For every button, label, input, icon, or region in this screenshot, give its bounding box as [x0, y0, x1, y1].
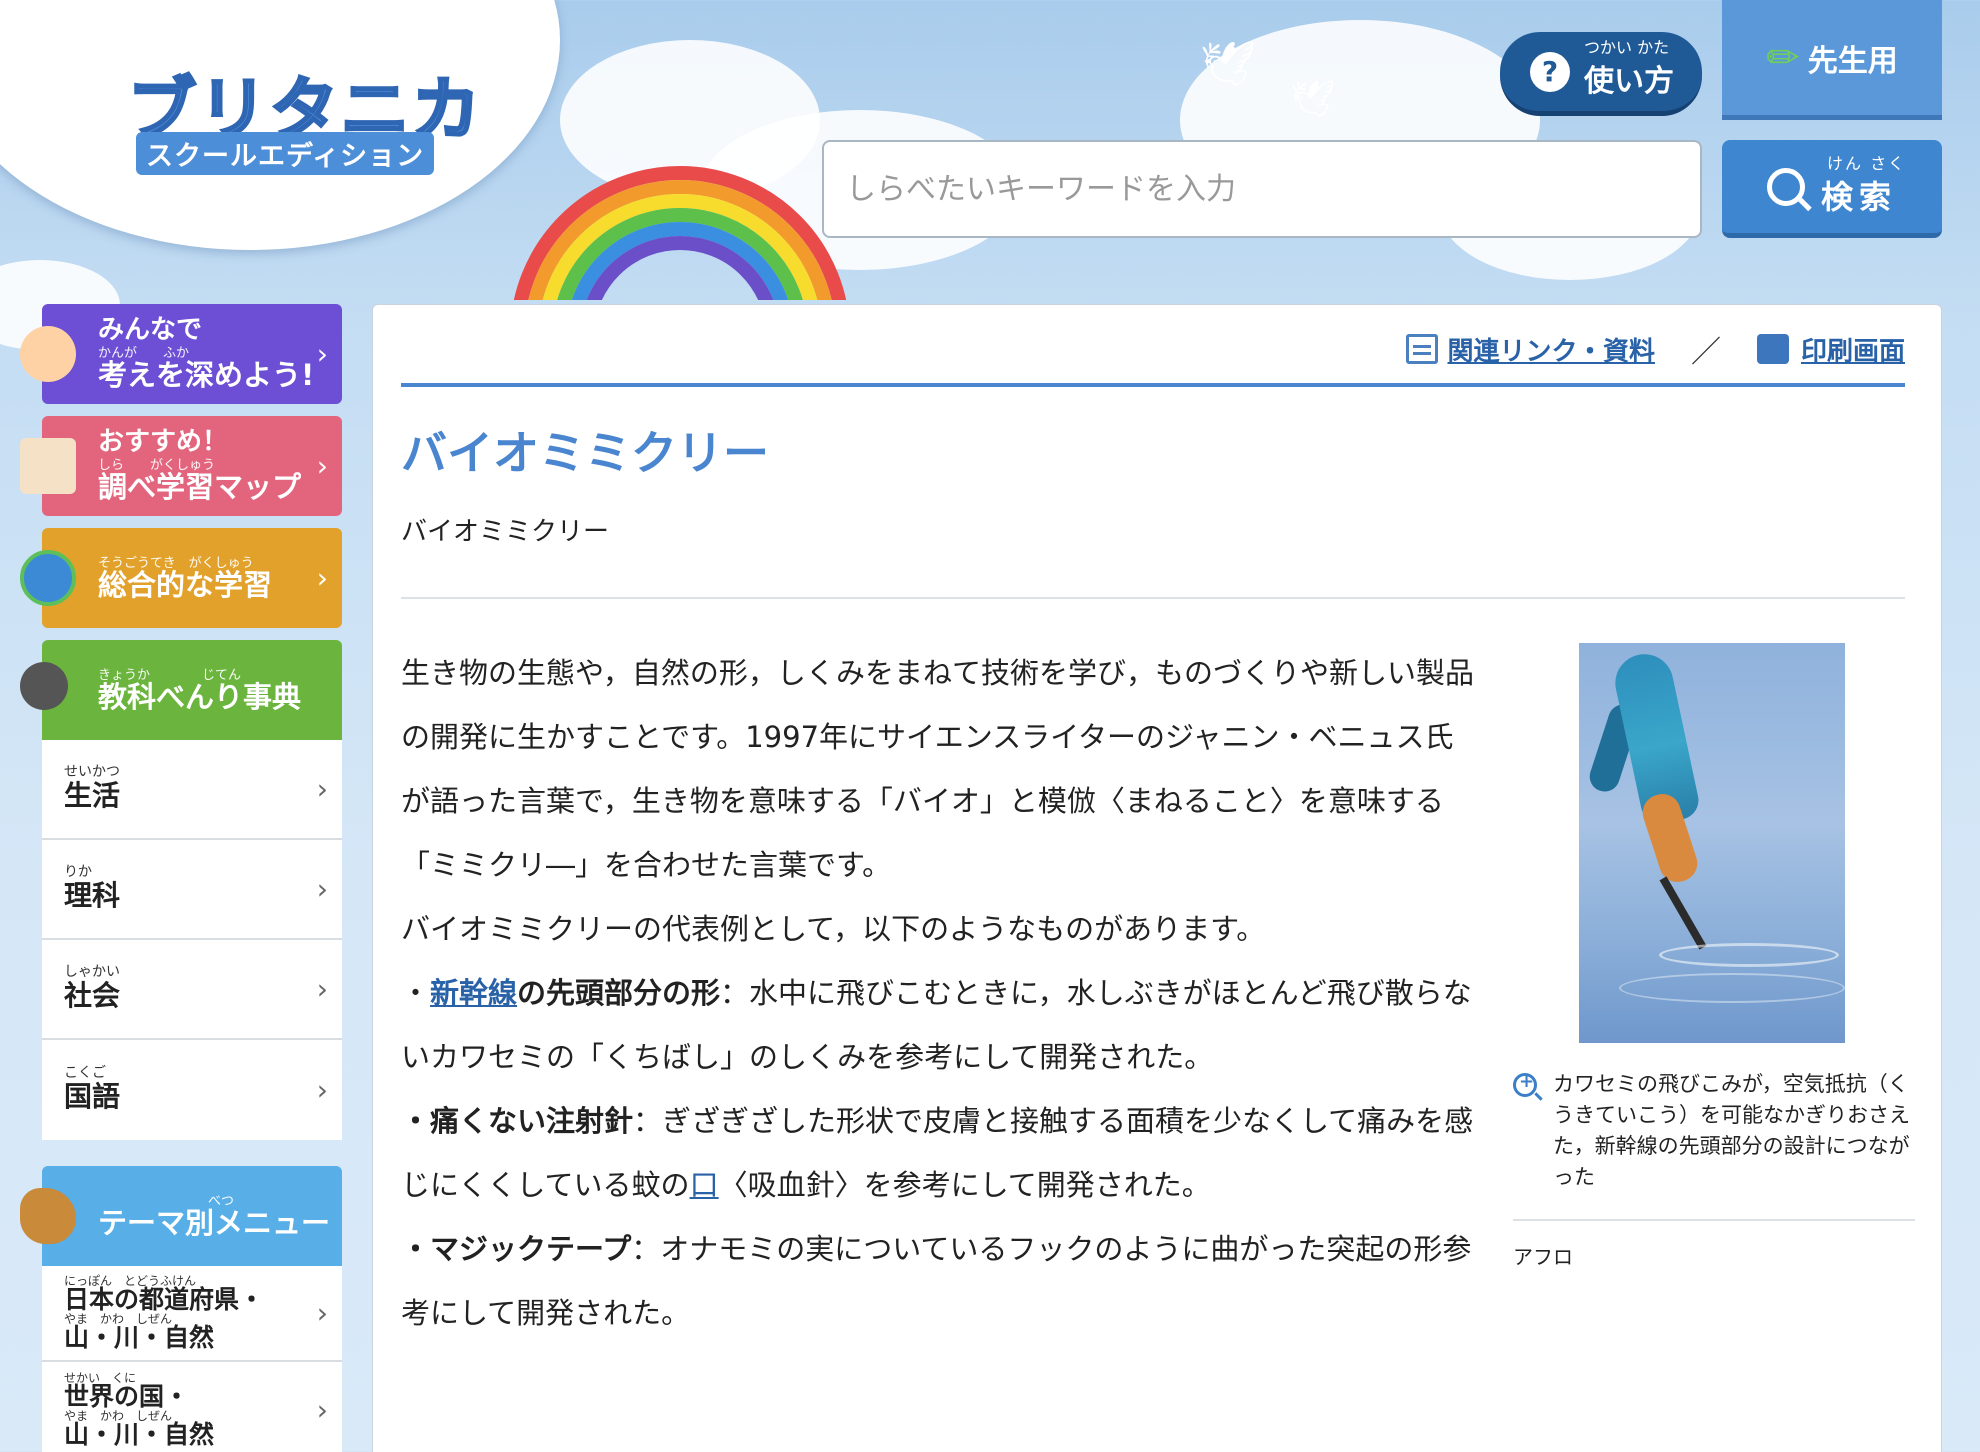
sidebar: みんなで かんが ふか 考えを深めよう! › おすすめ！ しら がくしゅう 調べ… [20, 304, 342, 1452]
how-to-use-ruby: つかい かた [1584, 37, 1670, 57]
bird-icon: 🕊 [1290, 79, 1336, 120]
card-ruby: かんが ふか [98, 345, 190, 361]
sidebar-item-social-studies[interactable]: しゃかい 社会 › [42, 940, 342, 1040]
rainbow-illustration [500, 160, 860, 300]
card-line2: 考えを深めよう! [98, 357, 315, 392]
card-line2: 調べ学習マップ [98, 469, 302, 504]
chevron-right-icon: › [316, 337, 328, 371]
globe-icon [20, 550, 76, 606]
lion-icon [20, 1188, 76, 1244]
chevron-right-icon: › [316, 449, 328, 483]
theme-label: テーマ別メニュー [98, 1205, 331, 1240]
microscope-icon [20, 662, 68, 710]
example-item-needle: ・痛くない注射針：ぎざぎざした形状で皮膚と接触する面積を少なくして痛みを感じにく… [401, 1104, 1474, 1202]
article-paragraph: バイオミミクリーの代表例として，以下のようなものがあります。 [401, 912, 1266, 946]
card-line2: 教科べんり事典 [98, 679, 302, 714]
search-input[interactable] [822, 140, 1702, 238]
related-links-link[interactable]: 関連リンク・資料 [1405, 331, 1655, 368]
people-icon [20, 326, 76, 382]
sidebar-item-world-countries[interactable]: せかい くに 世界の国・ やま かわ しぜん 山・川・自然 › [42, 1362, 342, 1452]
sidebar-card-think-together[interactable]: みんなで かんが ふか 考えを深めよう! › [20, 304, 342, 404]
chevron-right-icon: › [316, 1393, 328, 1427]
photo-credit: アフロ [1513, 1245, 1573, 1269]
article-panel: 関連リンク・資料 ／ 印刷画面 バイオミミクリー バイオミミクリー 生き物の生態… [372, 304, 1942, 1452]
how-to-use-label: つかい かた 使い方 [1584, 38, 1674, 100]
article-body: 生き物の生態や，自然の形，しくみをまねて技術を学び，ものづくりや新しい製品の開発… [401, 641, 1481, 1345]
sidebar-card-study-map[interactable]: おすすめ！ しら がくしゅう 調べ学習マップ › [20, 416, 342, 516]
photo-caption-row: カワセミの飛びこみが，空気抵抗（くうきていこう）を可能なかぎりおさえた，新幹線の… [1513, 1069, 1913, 1193]
site-logo-subtitle: スクールエディション [136, 132, 435, 175]
subject-ruby: こくご [64, 1065, 106, 1082]
kingfisher-photo[interactable] [1579, 643, 1845, 1043]
sidebar-item-life[interactable]: せいかつ 生活 › [42, 740, 342, 840]
pencil-icon: ✏ [1766, 34, 1800, 81]
search-button[interactable]: けん さく 検索 [1722, 140, 1942, 238]
bird-icon: 🕊 [1200, 39, 1256, 90]
sidebar-item-science[interactable]: りか 理科 › [42, 840, 342, 940]
subject-ruby: せいかつ [64, 764, 120, 781]
print-link[interactable]: 印刷画面 [1756, 331, 1905, 368]
article-paragraph: 生き物の生態や，自然の形，しくみをまねて技術を学び，ものづくりや新しい製品の開発… [401, 656, 1475, 882]
page-title: バイオミミクリー [401, 426, 769, 480]
toolbar-separator: ／ [1690, 335, 1721, 370]
shinkansen-link[interactable]: 新幹線 [430, 976, 517, 1010]
card-line1: みんなで [98, 315, 203, 346]
document-icon [1405, 334, 1438, 364]
card-ruby: しら がくしゅう [98, 457, 216, 473]
article-toolbar: 関連リンク・資料 ／ 印刷画面 [1405, 327, 1905, 371]
subject-name: 国語 [64, 1080, 121, 1114]
zoom-in-icon[interactable] [1513, 1071, 1537, 1097]
subject-name: 社会 [64, 979, 121, 1013]
mouth-link[interactable]: 口 [690, 1168, 719, 1202]
teacher-button[interactable]: ✏ 先生用 [1722, 0, 1942, 120]
chevron-right-icon: › [316, 1296, 328, 1330]
theme-menu-header: べつ テーマ別メニュー [20, 1166, 342, 1266]
sidebar-card-integrated-study[interactable]: そうごうてき がくしゅう 総合的な学習 › [20, 528, 342, 628]
theme-ruby: べつ [208, 1193, 235, 1209]
card-ruby: そうごうてき がくしゅう [98, 555, 254, 571]
search-ruby: けん さく [1826, 153, 1907, 173]
page-subtitle: バイオミミクリー [401, 517, 610, 547]
sidebar-card-subject-dictionary[interactable]: きょうか じてん 教科べんり事典 [20, 640, 342, 740]
help-icon: ? [1530, 51, 1570, 92]
caption-divider [1513, 1219, 1915, 1221]
teacher-label: 先生用 [1807, 43, 1898, 79]
sidebar-item-japanese[interactable]: こくご 国語 › [42, 1040, 342, 1140]
theme-item-line2: 山・川・自然 [64, 1323, 215, 1352]
subject-name: 理科 [64, 879, 121, 913]
chevron-right-icon: › [316, 1073, 328, 1107]
subject-ruby: しゃかい [64, 964, 120, 981]
card-line1: おすすめ！ [98, 427, 229, 458]
chevron-right-icon: › [316, 561, 328, 595]
search-label: けん さく 検索 [1821, 154, 1904, 218]
header-divider [401, 383, 1905, 387]
subject-ruby: りか [64, 864, 92, 881]
title-divider [401, 597, 1905, 599]
chevron-right-icon: › [316, 972, 328, 1006]
example-item-shinkansen: ・新幹線の先頭部分の形：水中に飛びこむときに，水しぶきがほとんど飛び散らないカワ… [401, 976, 1472, 1074]
theme-item-line1: 日本の都道府県・ [64, 1284, 265, 1314]
example-item-velcro: ・マジックテープ：オナモミの実についているフックのように曲がった突起の形参考にし… [401, 1232, 1472, 1330]
chevron-right-icon: › [316, 772, 328, 806]
book-icon [20, 438, 76, 494]
subject-name: 生活 [64, 779, 121, 813]
theme-item-line1: 世界の国・ [64, 1381, 190, 1411]
photo-caption: カワセミの飛びこみが，空気抵抗（くうきていこう）を可能なかぎりおさえた，新幹線の… [1553, 1072, 1910, 1189]
how-to-use-button[interactable]: ? つかい かた 使い方 [1500, 32, 1702, 116]
card-ruby: きょうか じてん [98, 667, 242, 683]
chevron-right-icon: › [316, 872, 328, 906]
printer-icon [1756, 334, 1789, 364]
theme-item-line2: 山・川・自然 [64, 1420, 215, 1449]
sidebar-item-japan-prefectures[interactable]: にっぽん とどうふけん 日本の都道府県・ やま かわ しぜん 山・川・自然 › [42, 1266, 342, 1362]
search-icon [1766, 167, 1805, 206]
card-line2: 総合的な学習 [98, 567, 273, 602]
